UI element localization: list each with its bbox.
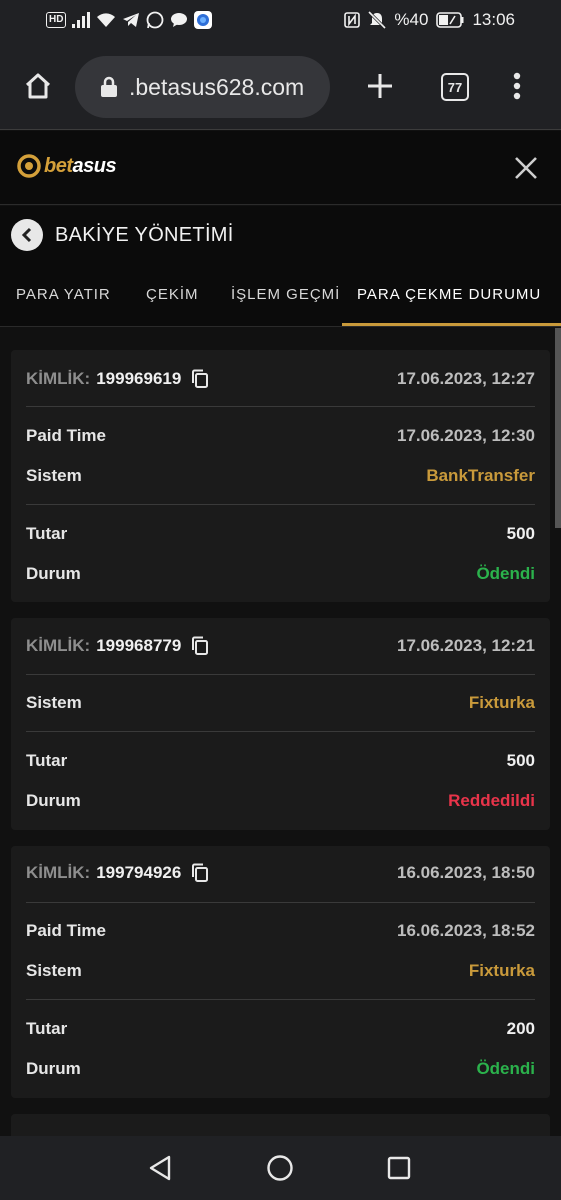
id-label: KİMLİK: [26, 636, 91, 655]
site-header: betasus [0, 131, 561, 205]
status-value: Ödendi [476, 564, 535, 583]
withdrawal-card: KİMLİK: 199794926 16.06.2023, 18:50 Paid… [11, 846, 550, 1098]
close-button[interactable] [513, 155, 539, 181]
system-value: BankTransfer [426, 466, 535, 485]
divider [26, 999, 535, 1000]
divider [26, 731, 535, 732]
battery-percent: %40 [394, 10, 429, 29]
triangle-back-icon [149, 1155, 171, 1181]
amount-value: 500 [506, 524, 535, 543]
system-label: Sistem [26, 466, 82, 485]
tab-transaction-history[interactable]: İŞLEM GEÇMİ [231, 286, 340, 303]
system-value: Fixturka [468, 961, 535, 980]
status-bar: HD %40 13:06 [0, 0, 561, 44]
square-recents-icon [387, 1156, 411, 1180]
id-value: 199969619 [96, 369, 182, 388]
status-label: Durum [26, 791, 81, 810]
url-bar[interactable]: .betasus628.com [75, 56, 330, 118]
nav-recents-button[interactable] [383, 1152, 415, 1184]
logo-ring-icon [17, 154, 41, 178]
divider [26, 406, 535, 407]
copy-icon[interactable] [191, 863, 209, 883]
paid-time-value: 16.06.2023, 18:52 [396, 921, 535, 940]
site-logo[interactable]: betasus [16, 153, 117, 179]
system-label: Sistem [26, 961, 82, 980]
logo-suffix: asus [72, 154, 117, 177]
created-date: 17.06.2023, 12:27 [396, 369, 535, 388]
paid-time-label: Paid Time [26, 426, 106, 445]
divider [26, 902, 535, 903]
nav-back-button[interactable] [144, 1152, 176, 1184]
amount-label: Tutar [26, 524, 68, 543]
browser-menu-button[interactable] [505, 66, 529, 106]
scrollbar-thumb[interactable] [555, 328, 561, 528]
tab-switcher-button[interactable]: 77 [441, 73, 469, 101]
divider [26, 504, 535, 505]
nav-home-button[interactable] [264, 1152, 296, 1184]
telegram-icon [122, 10, 140, 30]
plus-icon [368, 74, 392, 98]
scrollbar-track[interactable] [555, 328, 561, 1136]
copy-icon[interactable] [191, 636, 209, 656]
withdrawal-card: KİMLİK: 199968779 17.06.2023, 12:21 Sist… [11, 618, 550, 830]
browser-icon [194, 10, 213, 30]
more-vert-icon [513, 72, 521, 100]
page-header: BAKİYE YÖNETİMİ [0, 206, 561, 268]
logo-text: betasus [44, 154, 117, 178]
tab-withdraw[interactable]: ÇEKİM [146, 286, 199, 303]
wifi-icon [96, 10, 116, 30]
home-button[interactable] [18, 66, 58, 106]
status-value: Reddedildi [448, 791, 535, 810]
url-text: .betasus628.com [129, 73, 305, 100]
divider [26, 674, 535, 675]
system-value: Fixturka [468, 693, 535, 712]
created-date: 16.06.2023, 18:50 [396, 863, 535, 882]
nfc-icon [344, 10, 361, 30]
logo-prefix: bet [44, 154, 73, 177]
amount-value: 200 [506, 1019, 535, 1038]
withdrawal-list[interactable]: KİMLİK: 199969619 17.06.2023, 12:27 Paid… [0, 328, 561, 1136]
active-tab-indicator [342, 323, 561, 326]
hd-icon: HD [46, 12, 67, 28]
battery-icon [436, 10, 464, 30]
amount-label: Tutar [26, 1019, 68, 1038]
circle-home-icon [267, 1155, 293, 1181]
chat-icon [170, 10, 188, 30]
tab-bar: PARA YATIR ÇEKİM İŞLEM GEÇMİ PARA ÇEKME … [0, 268, 561, 327]
id-value: 199794926 [96, 863, 182, 882]
new-tab-button[interactable] [360, 66, 400, 106]
amount-value: 500 [506, 751, 535, 770]
chevron-left-icon [21, 227, 32, 243]
system-label: Sistem [26, 693, 82, 712]
tab-withdrawal-status[interactable]: PARA ÇEKME DURUMU [357, 286, 541, 303]
whatsapp-icon [146, 10, 164, 30]
system-nav-bar [0, 1136, 561, 1200]
withdrawal-card: KİMLİK: 199969619 17.06.2023, 12:27 Paid… [11, 350, 550, 602]
paid-time-label: Paid Time [26, 921, 106, 940]
withdrawal-card [11, 1114, 550, 1136]
status-label: Durum [26, 564, 81, 583]
paid-time-value: 17.06.2023, 12:30 [396, 426, 535, 445]
home-icon [25, 73, 51, 99]
page-title: BAKİYE YÖNETİMİ [55, 224, 234, 246]
id-label: KİMLİK: [26, 369, 91, 388]
close-icon [515, 157, 537, 179]
copy-icon[interactable] [191, 369, 209, 389]
mute-icon [368, 10, 387, 30]
status-value: Ödendi [476, 1059, 535, 1078]
back-button[interactable] [11, 219, 43, 251]
id-label: KİMLİK: [26, 863, 91, 882]
signal-icon [72, 10, 91, 30]
clock: 13:06 [472, 10, 515, 29]
amount-label: Tutar [26, 751, 68, 770]
status-label: Durum [26, 1059, 81, 1078]
lock-icon [97, 75, 121, 99]
id-value: 199968779 [96, 636, 182, 655]
browser-toolbar: .betasus628.com 77 [0, 44, 561, 130]
tab-deposit[interactable]: PARA YATIR [16, 286, 111, 303]
created-date: 17.06.2023, 12:21 [396, 636, 535, 655]
